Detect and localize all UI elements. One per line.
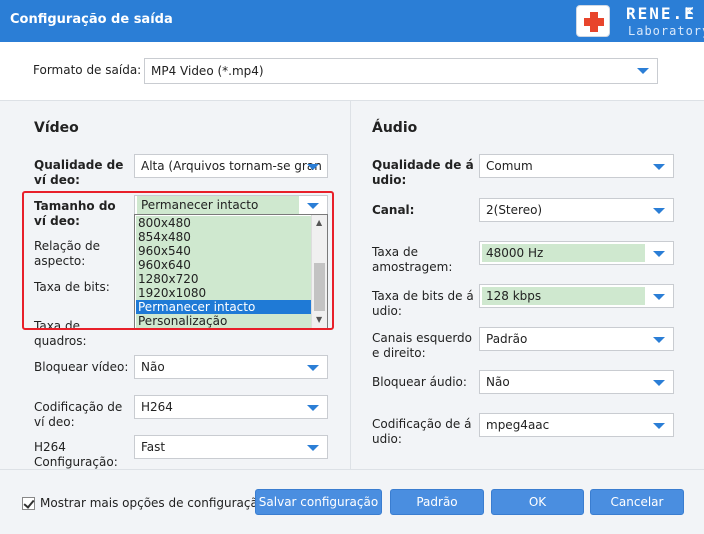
video-codec-value: H264 xyxy=(141,400,173,414)
video-quality-label: Qualidade de ví deo: xyxy=(34,158,124,187)
audio-bitrate-select[interactable]: 128 kbps xyxy=(479,284,674,308)
lock-video-select[interactable]: Não xyxy=(134,355,328,379)
h264-config-label: H264 Configuração: xyxy=(34,440,118,469)
chevron-down-icon xyxy=(653,423,665,429)
audio-quality-value: Comum xyxy=(486,159,533,173)
audio-codec-label: Codificação de á udio: xyxy=(372,417,472,446)
audio-codec-value: mpeg4aac xyxy=(486,418,550,432)
cancel-button[interactable]: Cancelar xyxy=(590,489,684,515)
video-quality-select[interactable]: Alta (Arquivos tornam-se grand xyxy=(134,154,328,178)
audio-bitrate-value: 128 kbps xyxy=(482,287,645,305)
lock-video-value: Não xyxy=(141,360,165,374)
format-label: Formato de saída: xyxy=(33,63,142,77)
chevron-down-icon xyxy=(653,208,665,214)
chevron-down-icon xyxy=(653,380,665,386)
video-codec-select[interactable]: H264 xyxy=(134,395,328,419)
h264-config-value: Fast xyxy=(141,440,166,454)
lr-channels-value: Padrão xyxy=(486,332,528,346)
channel-label: Canal: xyxy=(372,203,415,217)
logo-cross-horizontal xyxy=(584,18,604,26)
h264-config-select[interactable]: Fast xyxy=(134,435,328,459)
chevron-down-icon xyxy=(307,405,319,411)
audio-quality-label: Qualidade de á udio: xyxy=(372,158,474,187)
video-heading: Vídeo xyxy=(34,120,79,136)
lock-video-label: Bloquear vídeo: xyxy=(34,360,129,374)
title-bar: Configuração de saída RENE.E Laboratory … xyxy=(0,0,704,42)
lr-channels-select[interactable]: Padrão xyxy=(479,327,674,351)
lock-audio-select[interactable]: Não xyxy=(479,370,674,394)
more-options-checkbox[interactable] xyxy=(22,497,35,510)
window-title: Configuração de saída xyxy=(10,12,173,27)
sample-rate-value: 48000 Hz xyxy=(482,244,645,262)
audio-bitrate-label: Taxa de bits de á udio: xyxy=(372,289,474,318)
chevron-down-icon xyxy=(653,294,665,300)
chevron-down-icon xyxy=(307,445,319,451)
format-value: MP4 Video (*.mp4) xyxy=(151,64,264,78)
video-codec-label: Codificação de ví deo: xyxy=(34,400,123,429)
audio-heading: Áudio xyxy=(372,120,418,136)
chevron-down-icon xyxy=(653,164,665,170)
sample-rate-label: Taxa de amostragem: xyxy=(372,245,453,274)
sample-rate-select[interactable]: 48000 Hz xyxy=(479,241,674,265)
channel-select[interactable]: 2(Stereo) xyxy=(479,198,674,222)
lock-audio-label: Bloquear áudio: xyxy=(372,375,467,389)
audio-codec-select[interactable]: mpeg4aac xyxy=(479,413,674,437)
default-button[interactable]: Padrão xyxy=(390,489,484,515)
channel-value: 2(Stereo) xyxy=(486,203,543,217)
more-options-label[interactable]: Mostrar mais opções de configuração xyxy=(40,496,265,510)
save-config-button[interactable]: Salvar configuração xyxy=(255,489,382,515)
video-quality-value: Alta (Arquivos tornam-se grand xyxy=(141,159,321,173)
chevron-down-icon xyxy=(307,164,319,170)
audio-quality-select[interactable]: Comum xyxy=(479,154,674,178)
chevron-down-icon xyxy=(653,251,665,257)
chevron-down-icon xyxy=(307,365,319,371)
chevron-down-icon xyxy=(637,68,649,74)
format-select[interactable]: MP4 Video (*.mp4) xyxy=(144,58,658,84)
logo-icon xyxy=(576,5,610,37)
close-icon[interactable]: × xyxy=(684,4,695,19)
lock-audio-value: Não xyxy=(486,375,510,389)
lr-channels-label: Canais esquerdo e direito: xyxy=(372,331,473,360)
ok-button[interactable]: OK xyxy=(491,489,584,515)
brand-subtitle: Laboratory xyxy=(628,24,704,38)
annotation-highlight-box xyxy=(22,191,334,330)
chevron-down-icon xyxy=(653,337,665,343)
